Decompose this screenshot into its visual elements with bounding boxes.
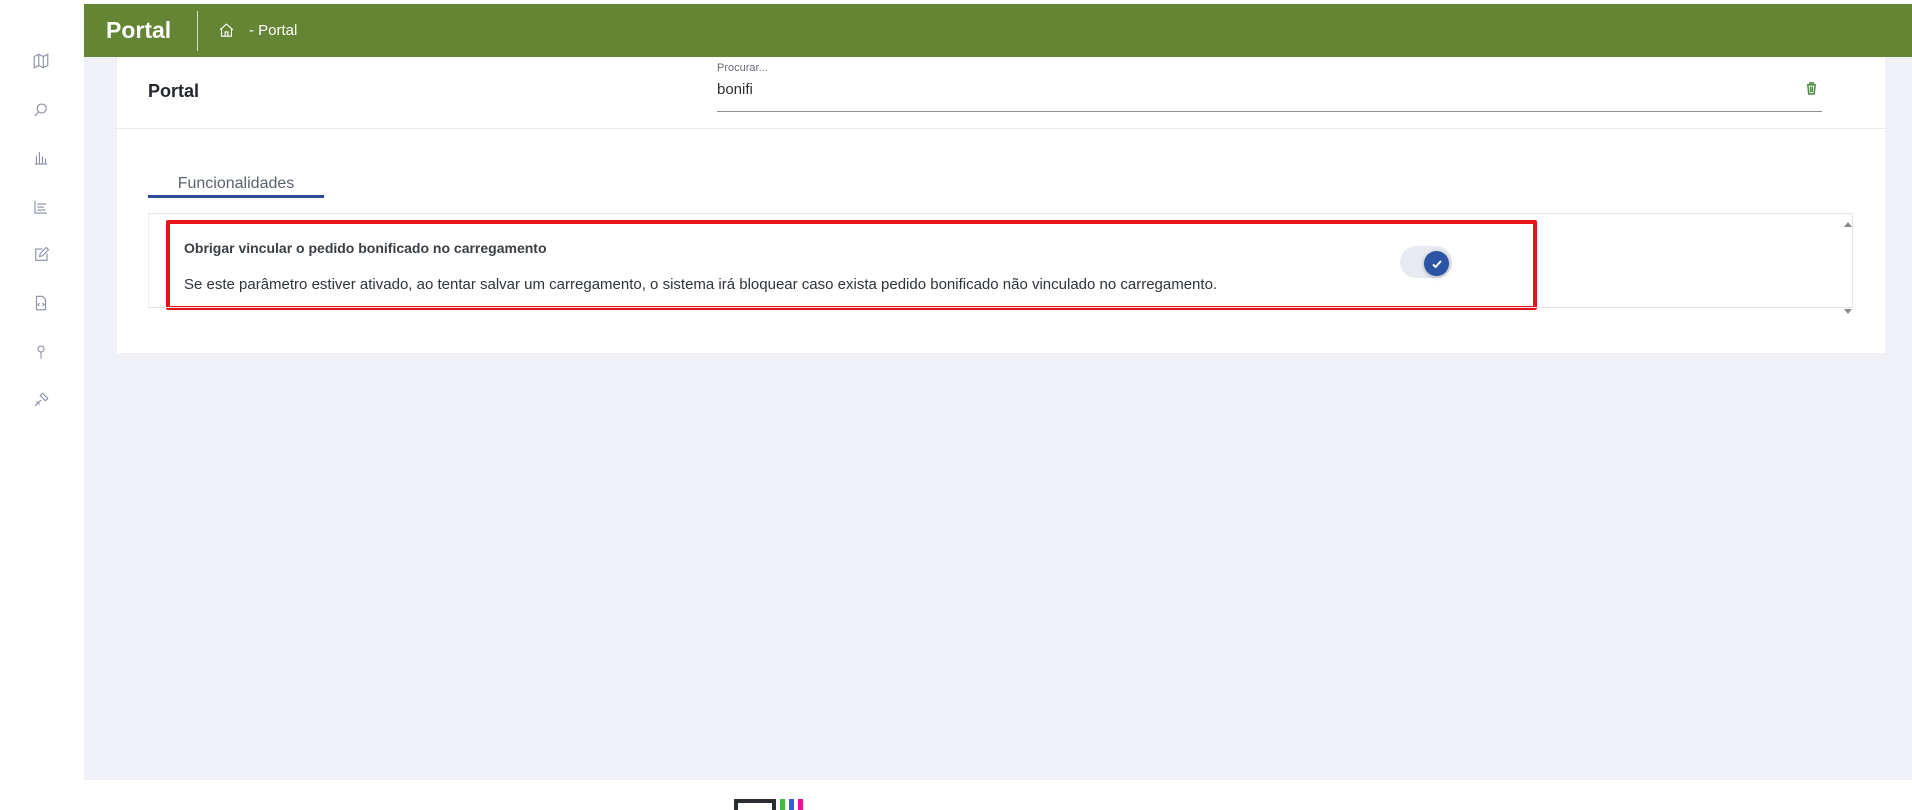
scroll-down-icon[interactable]: [1844, 309, 1852, 314]
trash-icon[interactable]: [1804, 80, 1818, 96]
breadcrumb[interactable]: - Portal: [249, 22, 297, 39]
logo-bar-blue: [789, 799, 794, 810]
chart-icon[interactable]: [30, 147, 52, 169]
brand-title[interactable]: Portal: [84, 17, 197, 44]
settings-card: Portal Procurar... Funcionalidades Obrig…: [117, 57, 1885, 353]
main-content: Portal Procurar... Funcionalidades Obrig…: [84, 57, 1912, 780]
item-description: Se este parâmetro estiver ativado, ao te…: [184, 276, 1218, 293]
scroll-up-icon[interactable]: [1844, 222, 1852, 227]
functionality-list: Obrigar vincular o pedido bonificado no …: [148, 214, 1853, 310]
search-input[interactable]: [717, 77, 1777, 101]
logo-bar-pink: [798, 799, 803, 810]
home-icon[interactable]: [215, 20, 237, 42]
list-icon[interactable]: [30, 196, 52, 218]
tools-icon[interactable]: [30, 389, 52, 411]
top-bar: Portal - Portal: [84, 4, 1912, 57]
logo-mark: [734, 799, 776, 810]
enable-toggle[interactable]: [1400, 246, 1452, 278]
search-label: Procurar...: [717, 62, 768, 74]
edit-icon[interactable]: [30, 244, 52, 266]
footer-logo: [734, 799, 803, 810]
search-field: Procurar...: [717, 62, 1822, 112]
footer: [84, 780, 1912, 810]
list-item: Obrigar vincular o pedido bonificado no …: [166, 220, 1537, 310]
search-icon[interactable]: [30, 99, 52, 121]
list-separator: [148, 307, 1853, 308]
map-icon[interactable]: [30, 50, 52, 72]
card-header: Portal Procurar...: [117, 57, 1885, 129]
sidebar: [0, 0, 84, 810]
toggle-knob: [1424, 251, 1449, 276]
logo-bar-green: [780, 799, 785, 810]
list-scrollbar[interactable]: [1841, 214, 1855, 320]
tab-funcionalidades[interactable]: Funcionalidades: [148, 162, 324, 198]
document-code-icon[interactable]: [30, 292, 52, 314]
header-divider: [197, 10, 198, 51]
item-title: Obrigar vincular o pedido bonificado no …: [184, 240, 547, 256]
location-pin-icon[interactable]: [30, 341, 52, 363]
check-icon: [1431, 259, 1442, 268]
page-title: Portal: [148, 81, 200, 101]
